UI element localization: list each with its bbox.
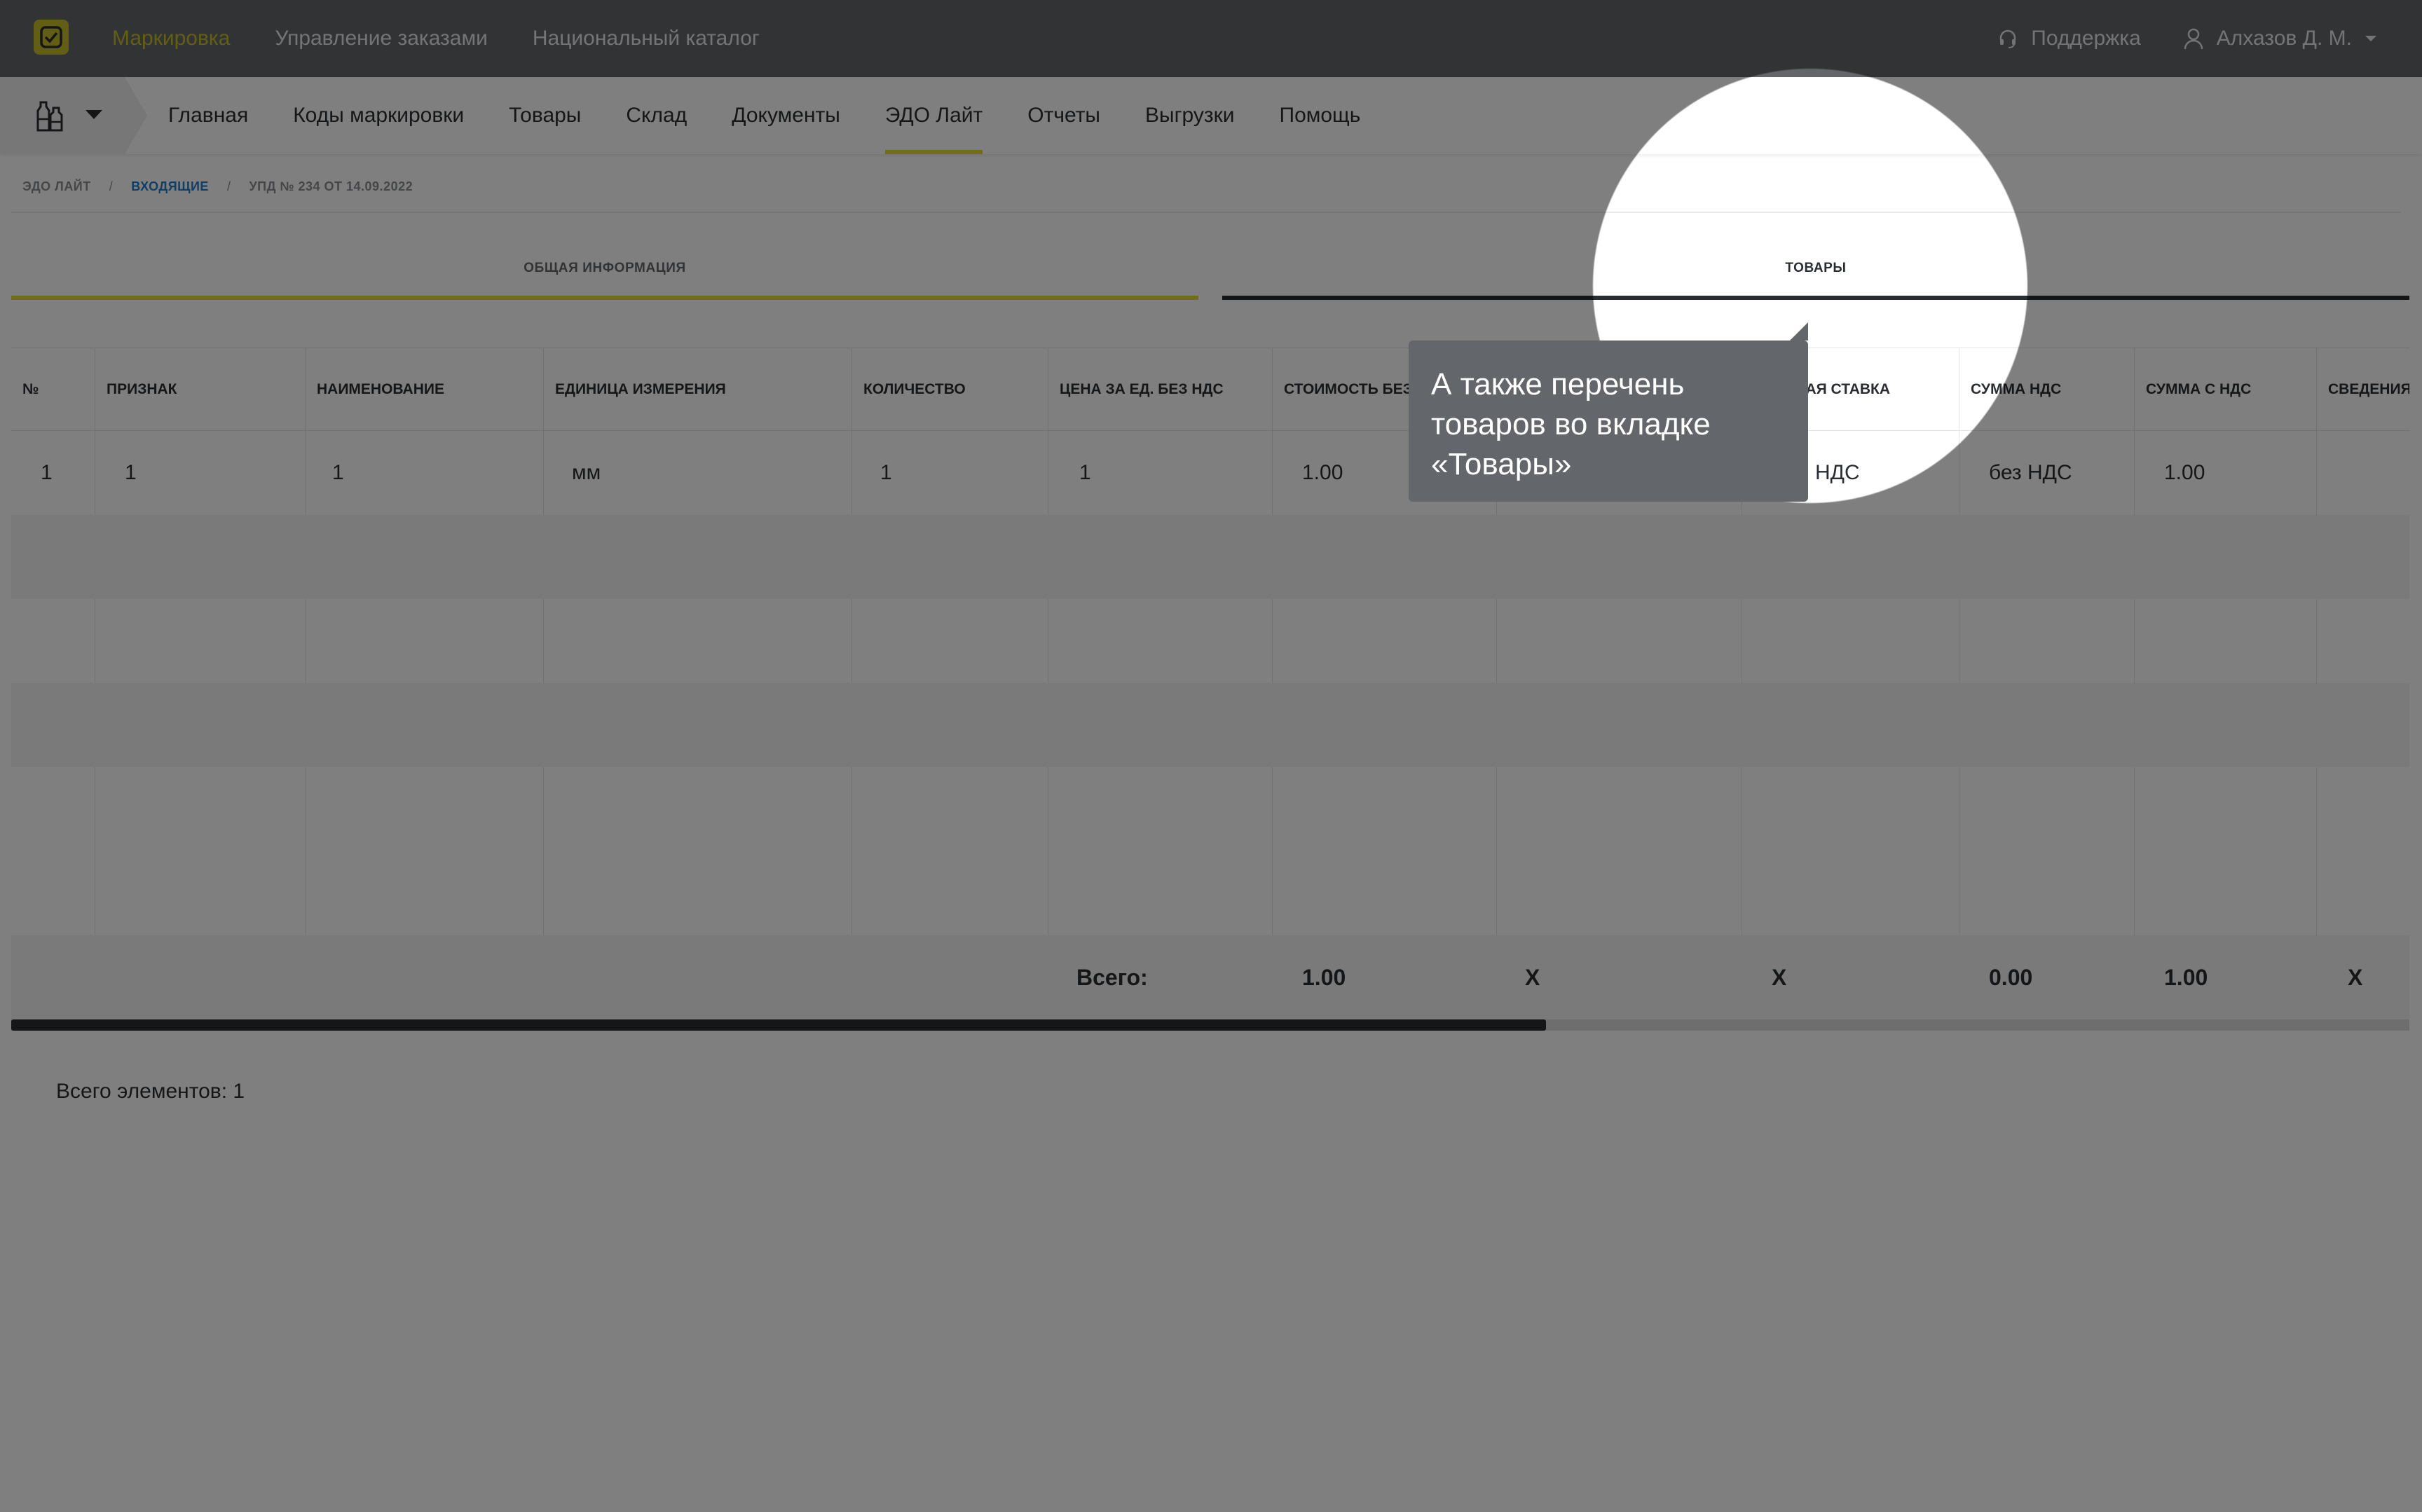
top-bar: Маркировка Управление заказами Националь… xyxy=(0,0,2422,77)
totals-cost: 1.00 xyxy=(1302,965,1346,990)
headset-icon xyxy=(2000,29,2016,48)
divider xyxy=(11,212,2401,213)
tab-general-info[interactable]: ОБЩАЯ ИНФОРМАЦИЯ xyxy=(11,238,1198,300)
tab-goods[interactable]: ТОВАРЫ xyxy=(1222,238,2409,300)
header-price[interactable]: ЦЕНА ЗА ЕД. БЕЗ НДС xyxy=(1048,348,1272,431)
header-sign[interactable]: ПРИЗНАК xyxy=(95,348,305,431)
header-info[interactable]: СВЕДЕНИЯ xyxy=(2317,348,2409,431)
total-elements-count: Всего элементов: 1 xyxy=(56,1080,245,1103)
header-number[interactable]: № xyxy=(11,348,95,431)
section-nav: Главная Коды маркировки Товары Склад Док… xyxy=(0,77,2422,154)
cell-vat-sum: без НДС xyxy=(1989,461,2072,484)
cell-price: 1 xyxy=(1079,461,1091,484)
user-menu[interactable]: Алхазов Д. М. xyxy=(2183,27,2377,50)
scrollbar-thumb[interactable] xyxy=(11,1019,1547,1031)
nav-exports[interactable]: Выгрузки xyxy=(1145,77,1235,154)
bottles-icon xyxy=(36,101,63,132)
support-link[interactable]: Поддержка xyxy=(1997,27,2141,50)
totals-vat-sum: 0.00 xyxy=(1989,965,2033,990)
table-row[interactable]: 1 1 1 мм 1 1 1.00 НДС без НДС 1.00 xyxy=(11,431,2409,515)
chevron-down-icon xyxy=(2365,36,2376,41)
breadcrumb-incoming[interactable]: ВХОДЯЩИЕ xyxy=(131,179,209,193)
user-icon xyxy=(2184,28,2203,50)
cell-quantity: 1 xyxy=(880,461,892,484)
header-sum-with-vat[interactable]: СУММА С НДС xyxy=(2135,348,2316,431)
breadcrumb-root[interactable]: ЭДО ЛАЙТ xyxy=(22,179,91,193)
nav-edo-lite[interactable]: ЭДО Лайт xyxy=(884,77,983,154)
top-nav-catalog[interactable]: Национальный каталог xyxy=(533,27,760,50)
empty-row xyxy=(11,683,2409,767)
nav-documents[interactable]: Документы xyxy=(732,77,840,154)
top-nav-marking[interactable]: Маркировка xyxy=(112,27,230,50)
horizontal-scrollbar[interactable] xyxy=(11,1019,2409,1031)
breadcrumb: ЭДО ЛАЙТ / ВХОДЯЩИЕ / УПД № 234 ОТ 14.09.202… xyxy=(22,179,413,194)
nav-reports[interactable]: Отчеты xyxy=(1027,77,1100,154)
empty-row xyxy=(11,515,2409,599)
breadcrumb-separator: / xyxy=(226,179,231,193)
nav-goods[interactable]: Товары xyxy=(509,77,581,154)
top-nav-orders[interactable]: Управление заказами xyxy=(275,27,488,50)
nav-home[interactable]: Главная xyxy=(168,77,248,154)
nav-warehouse[interactable]: Склад xyxy=(626,77,687,154)
nav-help[interactable]: Помощь xyxy=(1280,77,1361,154)
empty-row xyxy=(11,599,2409,683)
product-category-selector[interactable] xyxy=(0,77,147,154)
caret-down-icon xyxy=(85,110,102,119)
user-name: Алхазов Д. М. xyxy=(2216,27,2352,50)
breadcrumb-current: УПД № 234 ОТ 14.09.2022 xyxy=(249,179,413,193)
nav-marking-codes[interactable]: Коды маркировки xyxy=(293,77,464,154)
support-label: Поддержка xyxy=(2031,27,2141,50)
header-quantity[interactable]: КОЛИЧЕСТВО xyxy=(852,348,1048,431)
totals-info-x: X xyxy=(2348,965,2363,990)
goods-table: № ПРИЗНАК НАИМЕНОВАНИЕ ЕДИНИЦА ИЗМЕРЕНИЯ… xyxy=(11,348,2409,1031)
cell-sum-with-vat: 1.00 xyxy=(2164,461,2205,484)
table-header: № ПРИЗНАК НАИМЕНОВАНИЕ ЕДИНИЦА ИЗМЕРЕНИЯ… xyxy=(11,348,2409,431)
header-name[interactable]: НАИМЕНОВАНИЕ xyxy=(306,348,543,431)
cell-cost: 1.00 xyxy=(1302,461,1343,484)
totals-label: Всего: xyxy=(1076,965,1148,990)
empty-row xyxy=(11,767,2409,851)
cell-tax-rate: НДС xyxy=(1815,461,1860,484)
cell-sign: 1 xyxy=(125,461,137,484)
cell-number: 1 xyxy=(41,461,53,484)
header-vat-sum[interactable]: СУММА НДС xyxy=(1959,348,2134,431)
cell-name: 1 xyxy=(332,461,344,484)
totals-row: Всего: 1.00 X X 0.00 1.00 X xyxy=(11,935,2409,1019)
logo-icon[interactable] xyxy=(34,20,69,55)
tour-tooltip: А также перечень товаров во вкладке «Тов… xyxy=(1409,322,1808,502)
totals-excise-x: X xyxy=(1525,965,1540,990)
breadcrumb-separator: / xyxy=(109,179,114,193)
header-unit[interactable]: ЕДИНИЦА ИЗМЕРЕНИЯ xyxy=(544,348,851,431)
totals-tax-rate-x: X xyxy=(1772,965,1787,990)
totals-sum-with-vat: 1.00 xyxy=(2164,965,2208,990)
cell-unit: мм xyxy=(572,461,601,484)
